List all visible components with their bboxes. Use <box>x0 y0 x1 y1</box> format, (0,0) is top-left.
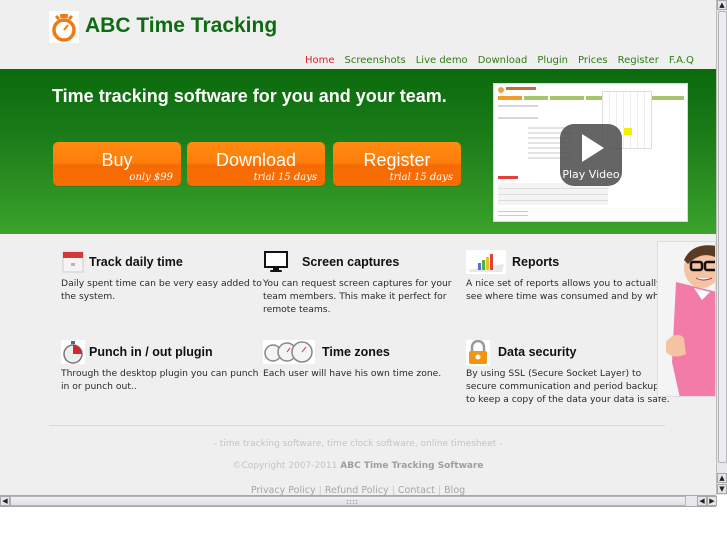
feature-title: Screen captures <box>302 255 400 269</box>
play-button[interactable]: Play Video <box>560 124 622 186</box>
vertical-scroll-thumb[interactable] <box>718 11 727 463</box>
feature-text: By using SSL (Secure Socket Layer) to se… <box>466 368 670 405</box>
stopwatch-logo-icon <box>52 14 76 42</box>
scroll-up-icon[interactable]: ▲ <box>717 0 727 10</box>
download-button[interactable]: Download trial 15 days <box>187 142 325 186</box>
feature-text: Through the desktop plugin you can punch… <box>61 368 259 392</box>
horizontal-scrollbar[interactable]: ◀ ◀ ▶ <box>0 495 717 507</box>
nav-screenshots[interactable]: Screenshots <box>345 55 406 66</box>
nav-live-demo[interactable]: Live demo <box>416 55 468 66</box>
feature-text: You can request screen captures for your… <box>263 278 452 315</box>
page-viewport: ABC Time Tracking Home Screenshots Live … <box>0 0 716 495</box>
footer-divider <box>49 425 665 426</box>
company-name: ABC Time Tracking Software <box>340 461 484 471</box>
bar-chart-icon <box>466 250 506 274</box>
feature-title: Time zones <box>322 345 390 359</box>
scroll-right-icon[interactable]: ▶ <box>707 496 717 506</box>
hero-banner: Time tracking software for you and your … <box>0 69 716 234</box>
nav-prices[interactable]: Prices <box>578 55 608 66</box>
refund-policy-link[interactable]: Refund Policy <box>325 485 389 495</box>
link-separator: | <box>391 485 395 495</box>
smiling-man-illustration <box>666 245 715 396</box>
link-separator: | <box>318 485 322 495</box>
nav-plugin[interactable]: Plugin <box>537 55 568 66</box>
register-button-label: Register <box>363 150 431 170</box>
feature-text: Each user will have his own time zone. <box>263 368 442 379</box>
footer-copyright: ©Copyright 2007-2011 ABC Time Tracking S… <box>0 461 716 471</box>
person-image <box>657 241 716 397</box>
nav-faq[interactable]: F.A.Q <box>669 55 694 66</box>
main-nav: Home Screenshots Live demo Download Plug… <box>305 55 694 66</box>
footer-tagline: - time tracking software, time clock sof… <box>213 439 503 449</box>
buy-button-label: Buy <box>101 150 133 170</box>
feature-title: Data security <box>498 345 577 359</box>
download-button-label: Download <box>215 150 297 170</box>
nav-download[interactable]: Download <box>478 55 528 66</box>
register-button-sublabel: trial 15 days <box>389 172 453 183</box>
stopwatch-icon <box>61 340 85 364</box>
contact-link[interactable]: Contact <box>398 485 435 495</box>
link-separator: | <box>437 485 442 495</box>
padlock-icon <box>466 340 490 366</box>
monitor-icon <box>264 251 288 272</box>
register-button[interactable]: Register trial 15 days <box>333 142 461 186</box>
blog-link[interactable]: Blog <box>444 485 465 495</box>
horizontal-scroll-thumb[interactable] <box>10 496 686 506</box>
download-button-sublabel: trial 15 days <box>253 172 317 183</box>
site-title[interactable]: ABC Time Tracking <box>85 14 277 38</box>
scroll-left-icon[interactable]: ◀ <box>697 496 707 506</box>
vertical-scrollbar[interactable]: ▲ ▲ ▼ <box>716 0 727 495</box>
calendar-icon <box>62 251 84 273</box>
scroll-grip-icon <box>346 499 358 504</box>
feature-title: Track daily time <box>89 255 183 269</box>
copyright-text: ©Copyright 2007-2011 <box>232 461 338 471</box>
privacy-policy-link[interactable]: Privacy Policy <box>251 485 316 495</box>
play-icon <box>582 134 604 162</box>
play-video-label: Play Video <box>562 168 620 181</box>
buy-button-sublabel: only $99 <box>129 172 173 183</box>
nav-register[interactable]: Register <box>618 55 659 66</box>
footer-links: Privacy Policy | Refund Policy | Contact… <box>0 485 716 495</box>
feature-title: Reports <box>512 255 560 269</box>
scroll-left-icon[interactable]: ◀ <box>0 496 10 506</box>
clocks-icon <box>263 340 315 364</box>
scroll-up-icon[interactable]: ▲ <box>717 473 727 483</box>
buy-button[interactable]: Buy only $99 <box>53 142 181 186</box>
scroll-down-icon[interactable]: ▼ <box>717 484 727 494</box>
logo[interactable] <box>49 11 79 43</box>
video-player[interactable]: Play Video <box>493 83 688 222</box>
feature-title: Punch in / out plugin <box>89 345 213 359</box>
nav-home[interactable]: Home <box>305 55 335 66</box>
feature-text: Daily spent time can be very easy added … <box>61 278 262 302</box>
hero-headline: Time tracking software for you and your … <box>52 86 447 106</box>
feature-text: A nice set of reports allows you to actu… <box>466 278 668 302</box>
